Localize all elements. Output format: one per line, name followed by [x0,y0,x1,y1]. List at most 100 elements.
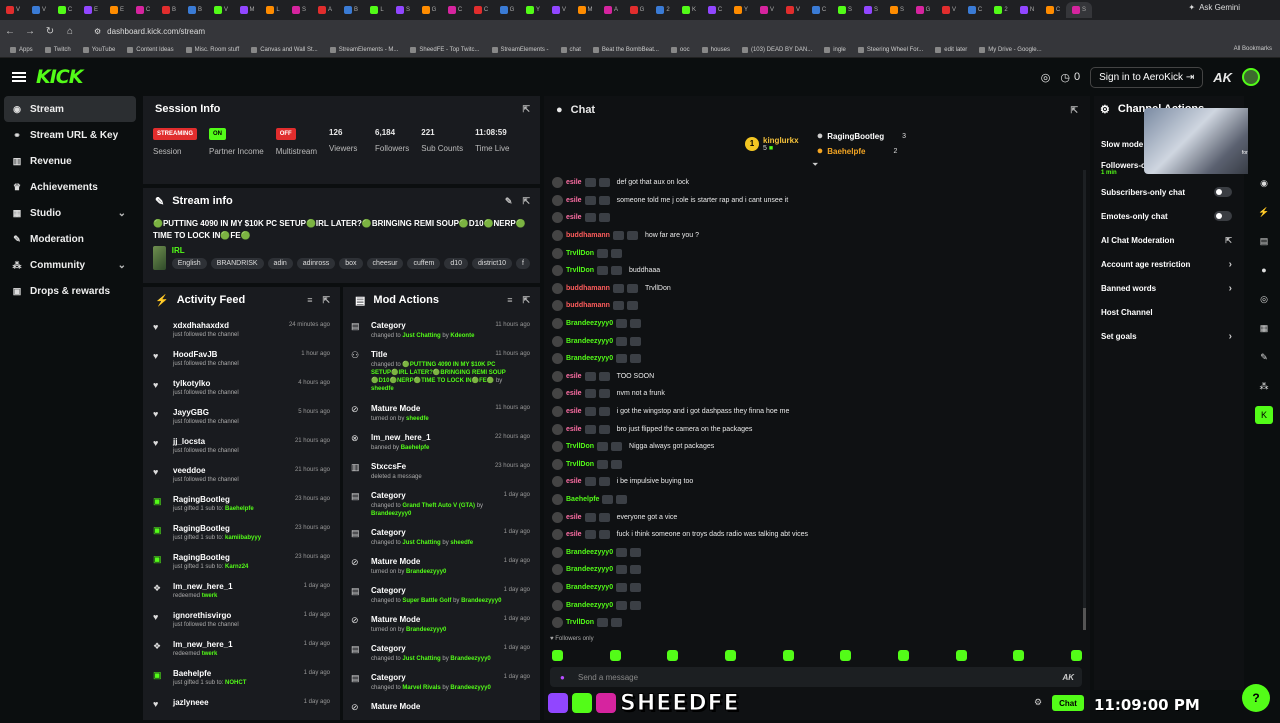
activity-user[interactable]: RagingBootleg [173,524,261,533]
mod-action-item[interactable]: ▤ Category changed to Marvel Rivals by Bra… [343,669,540,698]
aerokick-icon[interactable]: AK [1062,673,1074,682]
activity-item[interactable]: ♥ veeddoe just followed the channel 21 hou… [143,462,340,491]
popout-icon[interactable]: ⇱ [522,196,530,207]
back-icon[interactable]: ← [0,26,20,37]
kick-app-icon[interactable]: K [1255,406,1273,424]
browser-tab[interactable]: S [832,2,858,18]
chat-username[interactable]: esile [566,531,582,538]
tag-chip[interactable]: BRANDRISK [210,258,264,269]
chat-message[interactable]: TrvllDon Nigga always got packages [552,438,1072,456]
chat-username[interactable]: esile [566,214,582,221]
popout-icon[interactable]: ⇱ [322,295,330,306]
channel-action-ai-chat-moderation[interactable]: AI Chat Moderation ⇱ [1094,228,1244,252]
chat-username[interactable]: Brandeezyyy0 [566,338,613,345]
chat-username[interactable]: buddhamann [566,285,610,292]
activity-user[interactable]: lm_new_here_1 [173,582,233,591]
emote-icon[interactable] [840,650,852,661]
emote-icon[interactable] [667,650,679,661]
browser-tab[interactable]: C [130,2,156,18]
browser-tab[interactable]: K [676,2,702,18]
bookmark-item[interactable]: (103) DEAD BY DAN... [741,46,812,53]
chat-username[interactable]: esile [566,373,582,380]
chat-message[interactable]: esile everyone got a vice [552,508,1072,526]
browser-tab[interactable]: 2 [988,2,1014,18]
chat-message[interactable]: esile nvm not a frunk [552,385,1072,403]
browser-tab[interactable]: G [910,2,936,18]
sidebar-item-moderation[interactable]: ✎ Moderation [4,226,136,252]
sidebar-item-stream[interactable]: ◉ Stream [4,96,136,122]
activity-item[interactable]: ▣ RagingBootleg just gifted 1 sub to: Baeh… [143,491,340,520]
gifter-2[interactable]: ● RagingBootleg 3 [817,130,906,142]
activity-user[interactable]: xdxdhahaxdxd [173,321,239,330]
activity-item[interactable]: ▣ RagingBootleg just gifted 1 sub to: kami… [143,520,340,549]
bookmark-item[interactable]: houses [701,46,730,53]
browser-tab[interactable]: G [494,2,520,18]
browser-tab[interactable]: V [0,2,26,18]
chat-message[interactable]: esile i got the wingstop and i got dashpa… [552,403,1072,421]
browser-tab[interactable]: C [702,2,728,18]
community-icon[interactable]: ⁂ [1255,377,1273,395]
chat-message[interactable]: esile someone told me j cole is starter r… [552,192,1072,210]
chat-username[interactable]: buddhamann [566,232,610,239]
activity-user[interactable]: lm_new_here_1 [173,640,233,649]
chat-message[interactable]: Brandeezyyy0 [552,579,1072,597]
emote-icon[interactable] [552,650,563,661]
tag-chip[interactable]: English [171,258,207,269]
tag-chip[interactable]: cuffem [407,258,441,269]
browser-tab[interactable]: S [390,2,416,18]
browser-tab[interactable]: C [962,2,988,18]
chat-message[interactable]: TrvllDon [552,614,1072,632]
browser-tab[interactable]: G [416,2,442,18]
chat-input[interactable]: ● Send a message AK [550,667,1082,687]
chat-message[interactable]: TrvllDon buddhaaa [552,262,1072,280]
filter-icon[interactable]: ≡ [307,295,312,306]
chat-message[interactable]: buddhamann [552,297,1072,315]
activity-item[interactable]: ♥ jazlyneee 1 day ago [143,694,340,723]
browser-tab[interactable]: B [156,2,182,18]
tag-chip[interactable]: adin [267,258,293,269]
wrench-icon[interactable]: ✎ [1255,348,1273,366]
activity-user[interactable]: RagingBootleg [173,553,248,562]
bolt-icon[interactable]: ⚡ [1255,203,1273,221]
document-icon[interactable]: ▤ [1255,232,1273,250]
notification-icon[interactable]: ◎ [1041,71,1051,84]
browser-tab[interactable]: A [312,2,338,18]
mod-action-item[interactable]: ⊘ Mature Mode turned on by Brandeezyyy0 1 … [343,553,540,582]
ask-gemini-button[interactable]: ✦ Ask Gemini [1188,3,1240,12]
chat-username[interactable]: Baehelpfe [566,496,599,503]
emote-icon[interactable] [724,650,736,661]
sidebar-item-drops-rewards[interactable]: ▣ Drops & rewards [4,278,136,304]
chat-username[interactable]: esile [566,390,582,397]
channel-action-subscribers-only-chat[interactable]: Subscribers-only chat [1094,180,1244,204]
tag-chip[interactable]: f [516,258,530,269]
bookmark-item[interactable]: Apps [10,46,33,53]
chat-scrollbar[interactable] [1083,170,1086,630]
popout-icon[interactable]: ⇱ [522,104,530,115]
browser-tab[interactable]: M [234,2,260,18]
url-field[interactable]: ⚙ dashboard.kick.com/stream [94,27,205,36]
chat-message[interactable]: Brandeezyyy0 [552,332,1072,350]
mod-action-item[interactable]: ⊘ Mature Mode [343,698,540,718]
browser-tab[interactable]: B [338,2,364,18]
mod-action-item[interactable]: ⊘ Mature Mode turned on by sheedfe 11 hour… [343,400,540,429]
chat-message[interactable]: Brandeezyyy0 [552,596,1072,614]
toggle-switch[interactable] [1214,211,1232,221]
emote-icon[interactable] [782,650,794,661]
chat-settings-icon[interactable]: ⚙ [1034,697,1042,708]
chevron-down-icon[interactable]: ⏷ [812,160,818,170]
chat-message[interactable]: esile TOO SOON [552,368,1072,386]
bookmark-item[interactable]: StreamElements - [491,46,549,53]
browser-tab[interactable]: V [208,2,234,18]
browser-tab[interactable]: L [364,2,390,18]
bookmark-item[interactable]: Twitch [44,46,71,53]
chat-icon[interactable]: ● [1255,261,1273,279]
chat-username[interactable]: esile [566,179,582,186]
chat-message[interactable]: esile fuck i think someone on troys dads … [552,526,1072,544]
mod-action-item[interactable]: ▤ Category changed to Just Chatting by Kde… [343,317,540,346]
chat-message[interactable]: Brandeezyyy0 [552,350,1072,368]
browser-tab[interactable]: C [468,2,494,18]
tag-chip[interactable]: cheesur [366,258,404,269]
browser-tab[interactable]: A [598,2,624,18]
mod-action-item[interactable]: ⊘ Mature Mode turned on by Brandeezyyy0 1 … [343,611,540,640]
chat-username[interactable]: Brandeezyyy0 [566,602,613,609]
